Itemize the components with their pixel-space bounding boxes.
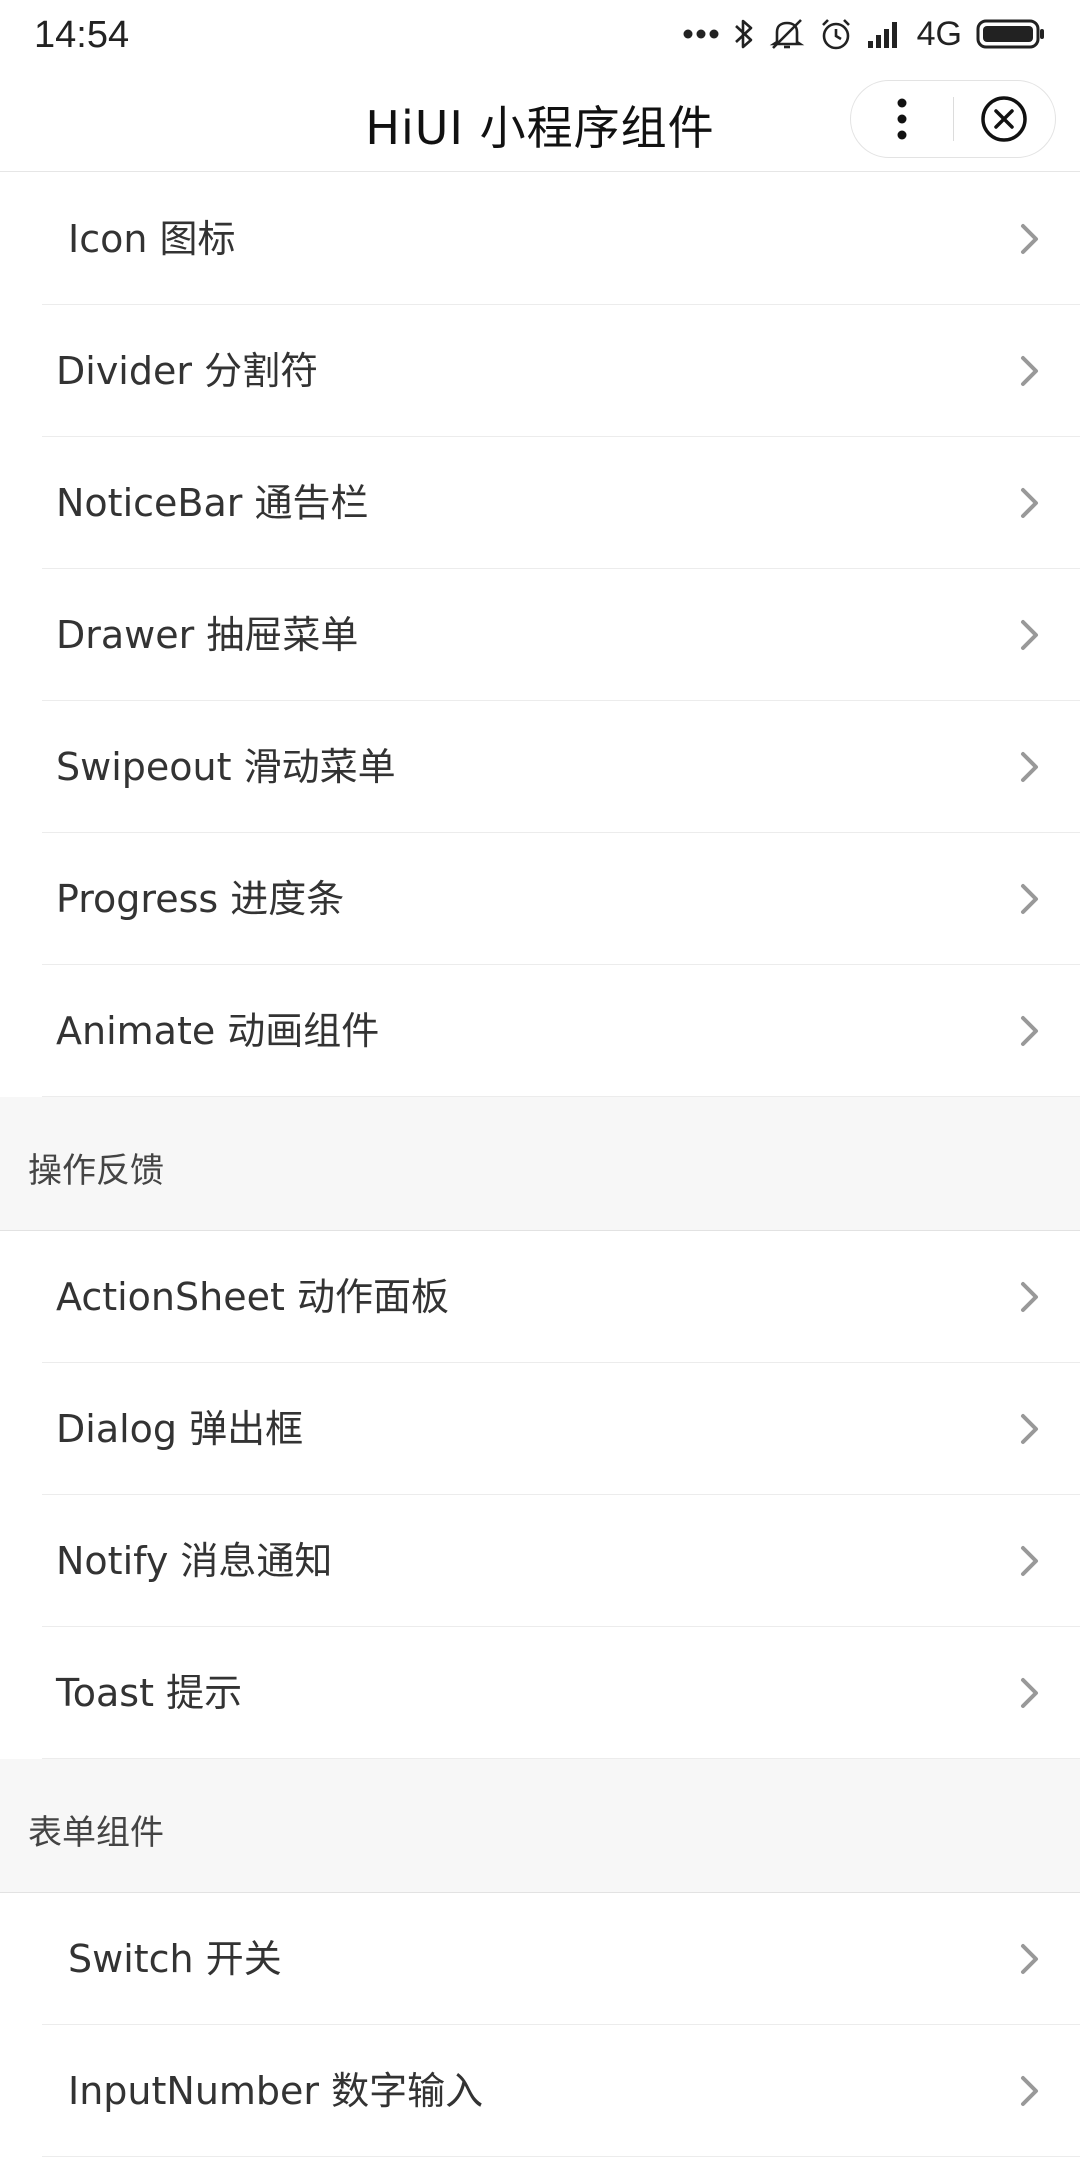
chevron-right-icon	[1021, 752, 1038, 782]
section-title: 操作反馈	[28, 1151, 164, 1191]
list-item-label: InputNumber 数字输入	[68, 2069, 484, 2113]
list-item-dialog[interactable]: Dialog 弹出框	[0, 1363, 1080, 1495]
more-button[interactable]	[851, 80, 953, 158]
mini-program-capsule	[850, 80, 1056, 158]
chevron-right-icon	[1021, 356, 1038, 386]
status-bar: 14:54 4G	[0, 0, 1080, 68]
list-item-label: Dialog 弹出框	[56, 1407, 304, 1451]
chevron-right-icon	[1021, 1282, 1038, 1312]
section-header-feedback: 操作反馈	[0, 1097, 1080, 1231]
list-item-notify[interactable]: Notify 消息通知	[0, 1495, 1080, 1627]
list-item-label: Progress 进度条	[56, 877, 345, 921]
more-dots-icon	[683, 28, 719, 40]
list-item-label: Drawer 抽屉菜单	[56, 613, 359, 657]
list-item-inputnumber[interactable]: InputNumber 数字输入	[0, 2025, 1080, 2157]
list-item-label: NoticeBar 通告栏	[56, 481, 369, 525]
battery-icon	[976, 18, 1046, 50]
network-type: 4G	[916, 14, 962, 53]
status-time: 14:54	[34, 14, 130, 56]
list-item-actionsheet[interactable]: ActionSheet 动作面板	[0, 1231, 1080, 1363]
list-item-noticebar[interactable]: NoticeBar 通告栏	[0, 437, 1080, 569]
signal-icon	[867, 19, 903, 49]
list-item-label: Animate 动画组件	[56, 1009, 380, 1053]
alarm-icon	[819, 17, 853, 51]
list-item-toast[interactable]: Toast 提示	[0, 1627, 1080, 1759]
list-item-label: Toast 提示	[56, 1671, 243, 1715]
section-title: 表单组件	[28, 1813, 164, 1853]
list-item-label: Notify 消息通知	[56, 1539, 333, 1583]
section-header-form: 表单组件	[0, 1759, 1080, 1893]
status-icons: 4G	[683, 12, 1046, 56]
more-vertical-icon	[897, 98, 907, 140]
list-item-label: Icon 图标	[68, 217, 236, 261]
chevron-right-icon	[1021, 1016, 1038, 1046]
list-item-label: Divider 分割符	[56, 349, 319, 393]
list-item-animate[interactable]: Animate 动画组件	[0, 965, 1080, 1097]
mute-icon	[769, 17, 805, 51]
bluetooth-icon	[733, 17, 755, 51]
list-item-label: Swipeout 滑动菜单	[56, 745, 396, 789]
chevron-right-icon	[1021, 2076, 1038, 2106]
chevron-right-icon	[1021, 884, 1038, 914]
chevron-right-icon	[1021, 1944, 1038, 1974]
divider	[42, 2156, 1080, 2157]
chevron-right-icon	[1021, 488, 1038, 518]
list-item-swipeout[interactable]: Swipeout 滑动菜单	[0, 701, 1080, 833]
component-list: Icon 图标 Divider 分割符 NoticeBar 通告栏 Drawer…	[0, 173, 1080, 2160]
list-item-progress[interactable]: Progress 进度条	[0, 833, 1080, 965]
chevron-right-icon	[1021, 1546, 1038, 1576]
chevron-right-icon	[1021, 620, 1038, 650]
chevron-right-icon	[1021, 224, 1038, 254]
list-item-drawer[interactable]: Drawer 抽屉菜单	[0, 569, 1080, 701]
list-item-divider[interactable]: Divider 分割符	[0, 305, 1080, 437]
nav-bar: HiUI 小程序组件	[0, 68, 1080, 172]
chevron-right-icon	[1021, 1678, 1038, 1708]
chevron-right-icon	[1021, 1414, 1038, 1444]
list-item-label: Switch 开关	[68, 1937, 282, 1981]
close-button[interactable]	[954, 80, 1056, 158]
list-item-switch[interactable]: Switch 开关	[0, 1893, 1080, 2025]
close-circle-icon	[981, 96, 1027, 142]
list-item-icon[interactable]: Icon 图标	[0, 173, 1080, 305]
list-item-label: ActionSheet 动作面板	[56, 1275, 449, 1319]
